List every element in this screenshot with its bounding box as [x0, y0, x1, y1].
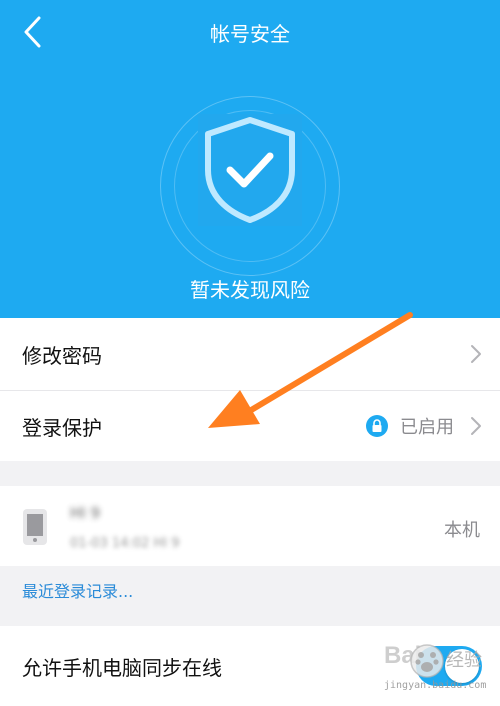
lock-icon — [366, 415, 388, 437]
security-status-graphic — [160, 96, 340, 276]
shield-check-icon — [198, 114, 302, 226]
change-password-label: 修改密码 — [22, 343, 102, 368]
toggle-knob — [445, 649, 479, 683]
sync-online-item: 允许手机电脑同步在线 — [0, 626, 500, 706]
login-protection-status-text: 已启用 — [400, 417, 454, 438]
device-name: HI 9 — [70, 504, 101, 522]
page-title: 帐号安全 — [210, 22, 290, 46]
device-login-time: 01-03 14:02 HI 9 — [70, 536, 180, 551]
header: 帐号安全 暂未发现风险 — [0, 0, 500, 318]
recent-login-records-link[interactable]: 最近登录记录... — [22, 578, 133, 602]
login-protection-status: 已启用 — [366, 413, 454, 439]
chevron-right-icon — [471, 345, 481, 363]
change-password-item[interactable]: 修改密码 — [0, 318, 500, 390]
sync-online-label: 允许手机电脑同步在线 — [22, 655, 222, 680]
login-protection-item[interactable]: 登录保护 已启用 — [0, 391, 500, 461]
current-device-item: HI 9 01-03 14:02 HI 9 本机 — [0, 486, 500, 566]
sync-online-toggle[interactable] — [416, 646, 482, 686]
risk-status-text: 暂未发现风险 — [190, 278, 310, 302]
chevron-right-icon — [471, 417, 481, 435]
local-device-label: 本机 — [444, 520, 480, 541]
login-protection-label: 登录保护 — [22, 415, 102, 440]
phone-icon — [23, 509, 47, 545]
